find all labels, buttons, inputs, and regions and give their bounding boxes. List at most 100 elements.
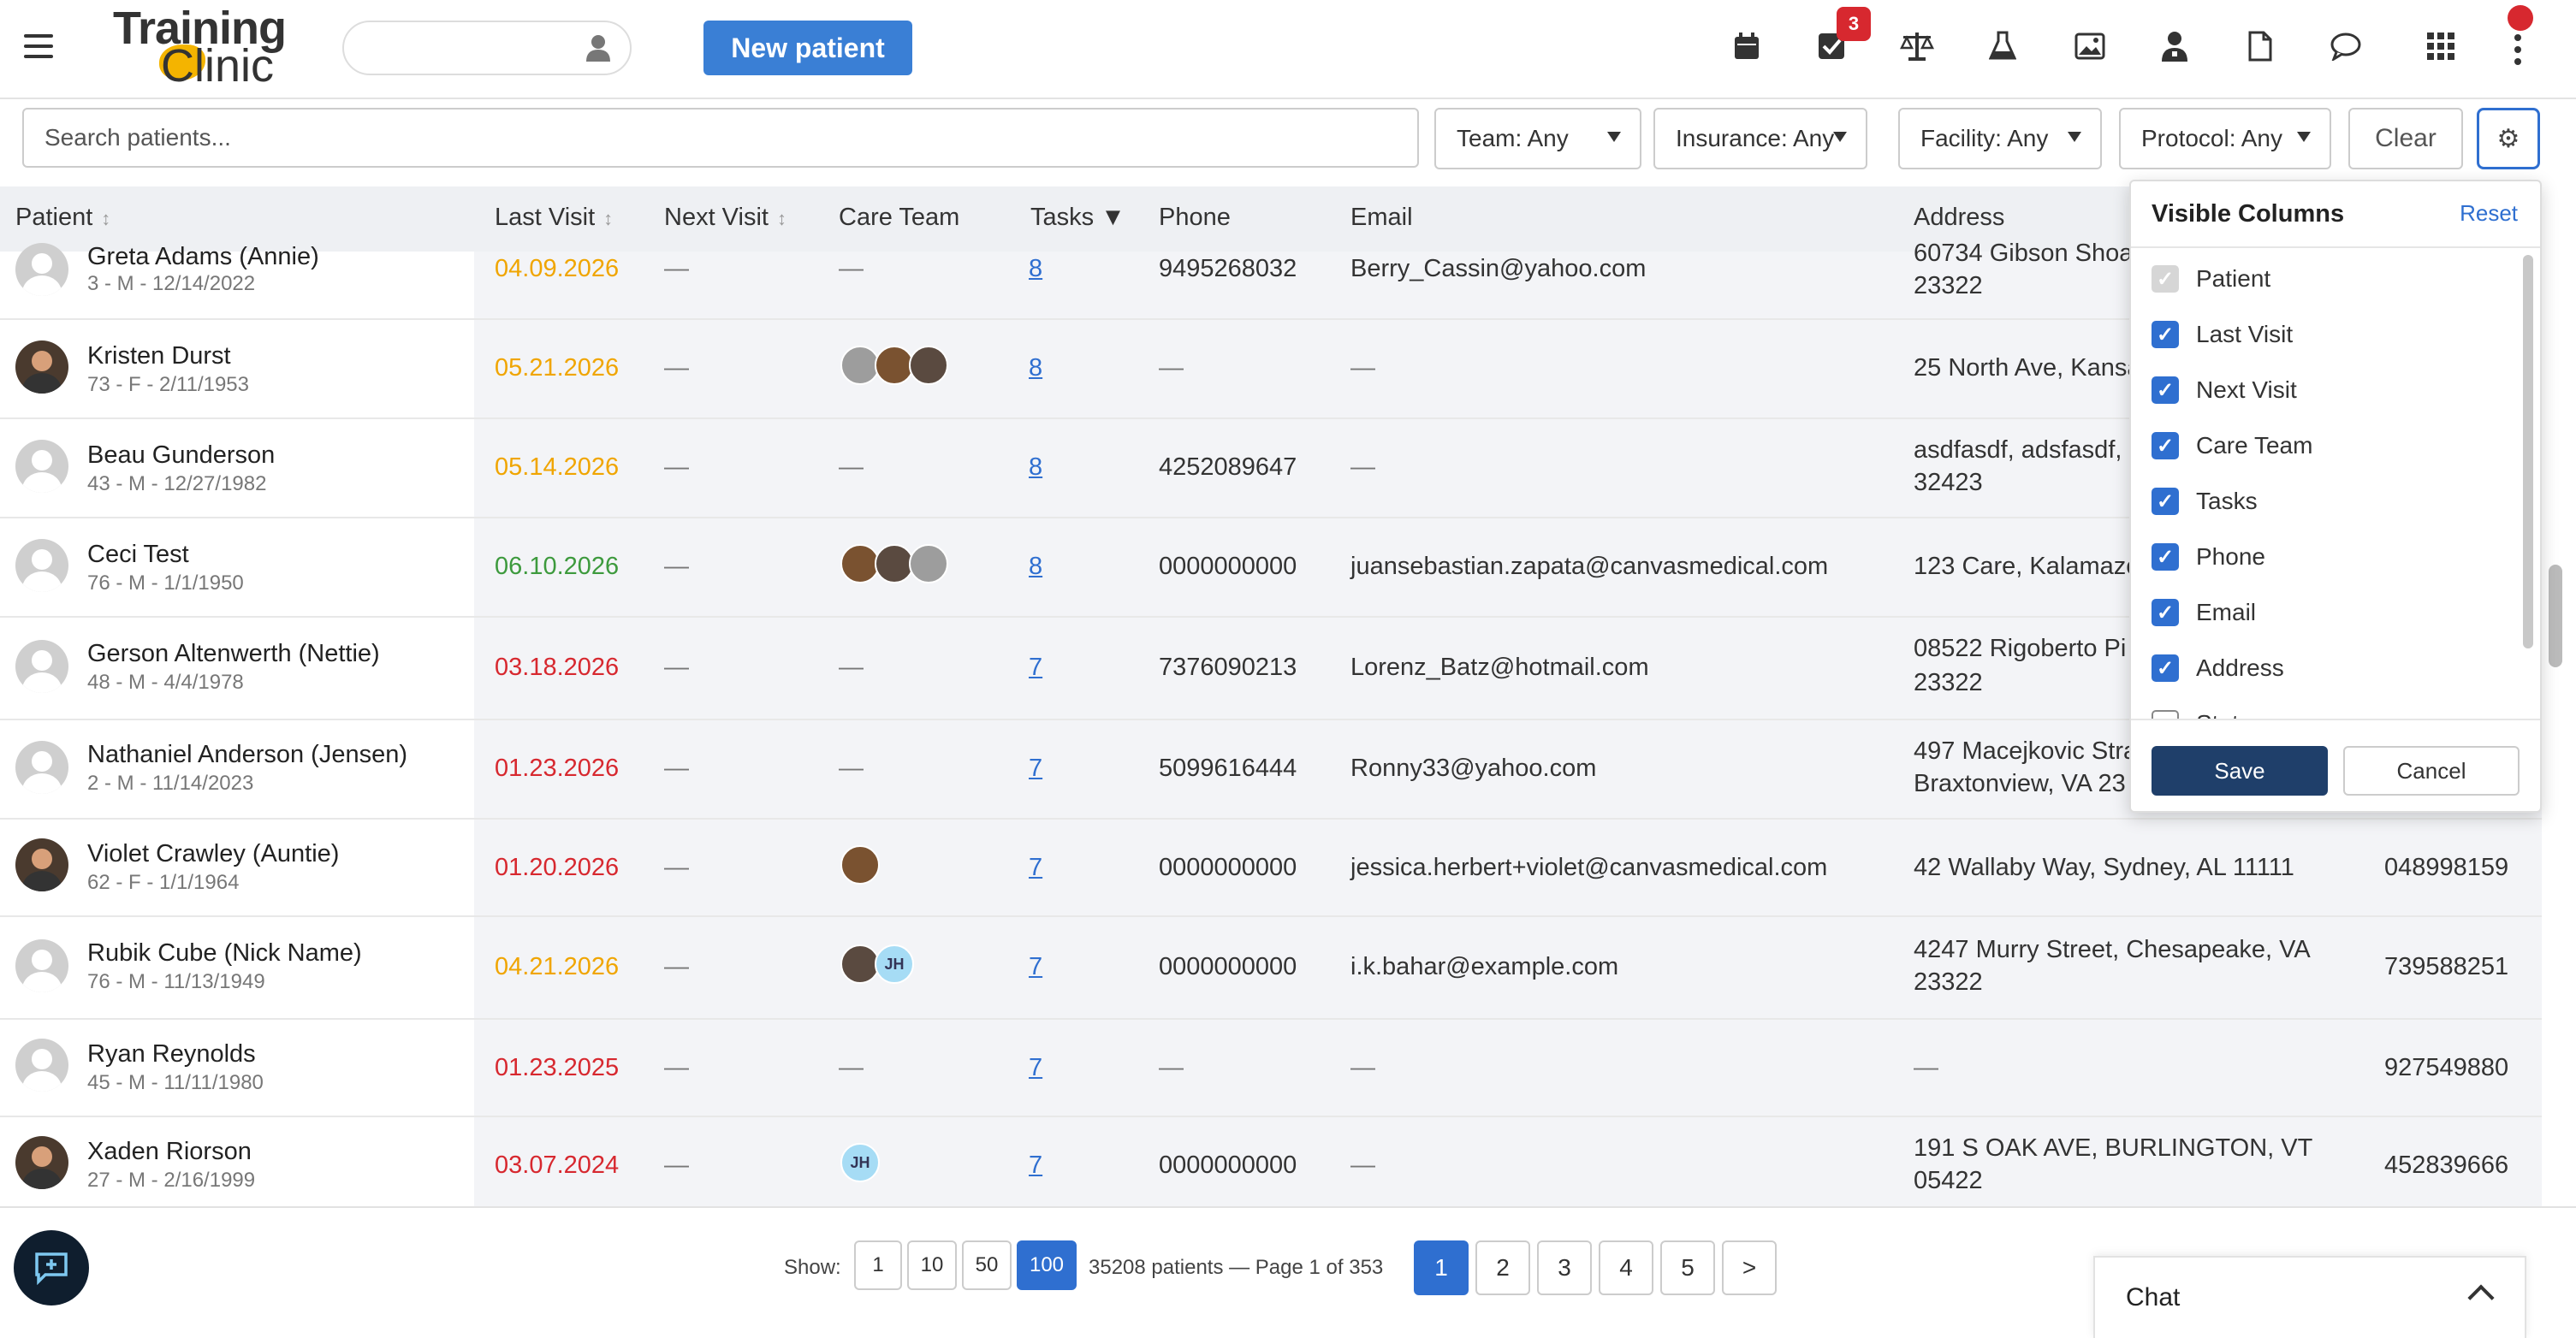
- tasks-link[interactable]: 7: [1029, 654, 1042, 682]
- page-scrollbar[interactable]: [2549, 565, 2562, 667]
- avatar: [15, 340, 68, 394]
- scale-icon[interactable]: [1898, 27, 1936, 65]
- document-icon[interactable]: [2241, 27, 2279, 65]
- column-option-status[interactable]: Status: [2152, 707, 2264, 719]
- page-1-button[interactable]: 1: [1414, 1240, 1469, 1295]
- chat-widget[interactable]: Chat: [2093, 1256, 2526, 1338]
- checkbox[interactable]: [2152, 710, 2179, 719]
- tasks-link[interactable]: 7: [1029, 854, 1042, 882]
- tasks-link[interactable]: 7: [1029, 953, 1042, 981]
- patient-name[interactable]: Xaden Riorson: [87, 1138, 252, 1166]
- patient-search-input[interactable]: Search patients...: [22, 108, 1419, 168]
- table-row[interactable]: Xaden Riorson 27 - M - 2/16/1999 03.07.2…: [0, 1117, 2542, 1208]
- column-header-next-visit[interactable]: Next Visit ↕: [664, 204, 786, 232]
- facility-filter[interactable]: Facility: Any: [1898, 108, 2102, 169]
- save-button[interactable]: Save: [2152, 746, 2328, 796]
- chat-bubble-icon[interactable]: [2327, 27, 2365, 65]
- checkbox[interactable]: ✓: [2152, 654, 2179, 682]
- last-visit: 05.14.2026: [495, 453, 620, 481]
- tasks-link[interactable]: 7: [1029, 1152, 1042, 1180]
- new-patient-button[interactable]: New patient: [703, 21, 912, 75]
- next-page-button[interactable]: >: [1722, 1240, 1777, 1295]
- doctor-icon[interactable]: [2156, 27, 2193, 65]
- calendar-icon[interactable]: [1728, 27, 1766, 65]
- next-visit: —: [664, 1054, 689, 1081]
- column-option-phone[interactable]: ✓ Phone: [2152, 540, 2265, 574]
- email: Lorenz_Batz@hotmail.com: [1350, 654, 1649, 681]
- tasks-link[interactable]: 8: [1029, 354, 1042, 382]
- tasks-link[interactable]: 8: [1029, 255, 1042, 283]
- patient-quick-search[interactable]: [342, 21, 632, 75]
- chevron-down-icon: [2297, 132, 2311, 142]
- reset-columns-link[interactable]: Reset: [2460, 200, 2518, 227]
- patient-name[interactable]: Gerson Altenwerth (Nettie): [87, 640, 380, 668]
- patient-name[interactable]: Ryan Reynolds: [87, 1040, 256, 1069]
- image-icon[interactable]: [2071, 27, 2109, 65]
- tasks-link[interactable]: 8: [1029, 453, 1042, 482]
- checkbox[interactable]: ✓: [2152, 599, 2179, 626]
- checkbox[interactable]: ✓: [2152, 376, 2179, 404]
- column-header-patient[interactable]: Patient ↕: [15, 204, 110, 232]
- page-5-button[interactable]: 5: [1660, 1240, 1715, 1295]
- flask-icon[interactable]: [1984, 27, 2021, 65]
- page-size-1[interactable]: 1: [854, 1240, 902, 1290]
- column-option-care-team[interactable]: ✓ Care Team: [2152, 429, 2312, 463]
- tasks-link[interactable]: 7: [1029, 1054, 1042, 1082]
- column-option-address[interactable]: ✓ Address: [2152, 651, 2284, 685]
- column-header-tasks[interactable]: Tasks ▼: [1030, 204, 1125, 232]
- patient-name[interactable]: Ceci Test: [87, 541, 189, 569]
- address: 497 Macejkovic Stra: [1914, 737, 2138, 765]
- cancel-button[interactable]: Cancel: [2343, 746, 2520, 796]
- insurance-filter[interactable]: Insurance: Any: [1653, 108, 1867, 169]
- column-header-last-visit[interactable]: Last Visit ↕: [495, 204, 613, 232]
- checkbox[interactable]: ✓: [2152, 321, 2179, 348]
- table-row[interactable]: Violet Crawley (Auntie) 62 - F - 1/1/196…: [0, 820, 2542, 917]
- tasks-link[interactable]: 8: [1029, 553, 1042, 581]
- column-option-label: Patient: [2196, 265, 2271, 292]
- column-option-next-visit[interactable]: ✓ Next Visit: [2152, 373, 2297, 407]
- panel-scrollbar[interactable]: [2523, 255, 2533, 648]
- page-size-50[interactable]: 50: [962, 1240, 1012, 1290]
- patient-name[interactable]: Greta Adams (Annie): [87, 243, 319, 271]
- patient-name[interactable]: Rubik Cube (Nick Name): [87, 939, 362, 968]
- email: —: [1350, 1054, 1375, 1081]
- checkbox[interactable]: ✓: [2152, 432, 2179, 459]
- checkbox[interactable]: ✓: [2152, 543, 2179, 571]
- column-settings-button[interactable]: ⚙: [2477, 108, 2540, 169]
- page-size-10[interactable]: 10: [907, 1240, 957, 1290]
- column-option-tasks[interactable]: ✓ Tasks: [2152, 484, 2258, 518]
- patient-name[interactable]: Kristen Durst: [87, 342, 231, 370]
- column-option-last-visit[interactable]: ✓ Last Visit: [2152, 317, 2293, 352]
- address: —: [1914, 1054, 1938, 1081]
- patient-name[interactable]: Violet Crawley (Auntie): [87, 840, 339, 868]
- chevron-up-icon[interactable]: [2467, 1284, 2495, 1311]
- team-filter[interactable]: Team: Any: [1434, 108, 1641, 169]
- menu-icon[interactable]: [24, 34, 53, 58]
- table-row[interactable]: Ryan Reynolds 45 - M - 11/11/1980 01.23.…: [0, 1020, 2542, 1117]
- checkbox[interactable]: ✓: [2152, 265, 2179, 293]
- checkbox[interactable]: ✓: [2152, 488, 2179, 515]
- column-option-patient[interactable]: ✓ Patient: [2152, 262, 2270, 296]
- avatar: [15, 640, 68, 693]
- new-message-fab[interactable]: [14, 1230, 89, 1305]
- column-option-email[interactable]: ✓ Email: [2152, 595, 2256, 630]
- tasks-link[interactable]: 7: [1029, 755, 1042, 783]
- apps-grid-icon[interactable]: [2422, 27, 2460, 65]
- column-header-email[interactable]: Email: [1350, 204, 1413, 232]
- care-team-initials: JH: [875, 944, 914, 984]
- protocol-filter[interactable]: Protocol: Any: [2119, 108, 2331, 169]
- page-2-button[interactable]: 2: [1475, 1240, 1530, 1295]
- clear-filters-button[interactable]: Clear: [2348, 108, 2463, 169]
- more-vertical-icon[interactable]: [2514, 34, 2523, 70]
- patient-name[interactable]: Nathaniel Anderson (Jensen): [87, 741, 407, 769]
- column-header-phone[interactable]: Phone: [1159, 204, 1231, 232]
- table-row[interactable]: Rubik Cube (Nick Name) 76 - M - 11/13/19…: [0, 917, 2542, 1020]
- care-team: —: [839, 755, 864, 782]
- address: 42 Wallaby Way, Sydney, AL 11111: [1914, 854, 2294, 881]
- patient-name[interactable]: Beau Gunderson: [87, 441, 275, 470]
- page-size-100[interactable]: 100: [1017, 1240, 1077, 1290]
- page-3-button[interactable]: 3: [1537, 1240, 1592, 1295]
- column-header-care-team[interactable]: Care Team: [839, 204, 959, 232]
- page-4-button[interactable]: 4: [1599, 1240, 1653, 1295]
- column-header-address[interactable]: Address: [1914, 204, 2004, 232]
